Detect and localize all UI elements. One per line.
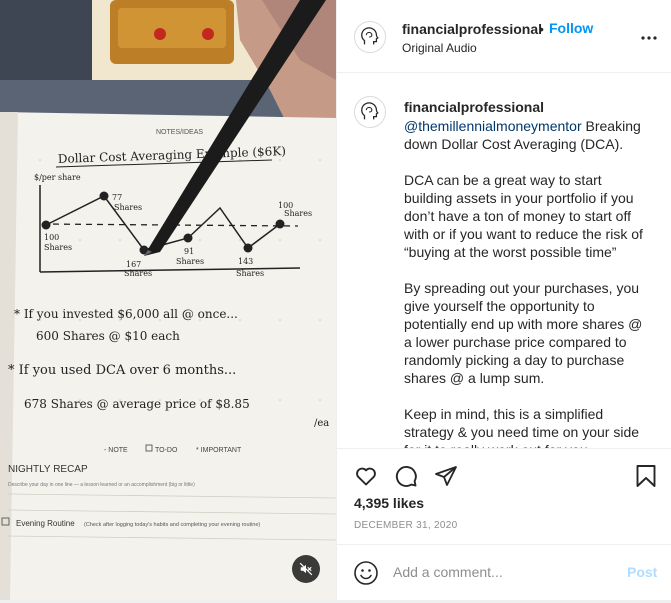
- legend-todo: TO-DO: [155, 447, 178, 454]
- send-paper-plane-icon: [435, 466, 457, 486]
- comment-bar: Post: [337, 544, 671, 600]
- brain-head-logo-icon: [361, 102, 379, 120]
- mute-button[interactable]: [292, 555, 320, 583]
- caption-avatar[interactable]: [354, 96, 386, 128]
- notebook-header: NOTES/IDEAS: [156, 129, 203, 136]
- caption-paragraph: By spreading out your purchases, you giv…: [404, 280, 643, 386]
- legend-important: * IMPORTANT: [196, 447, 242, 454]
- caption-text: @themillennialmoneymentor Breaking down …: [404, 117, 648, 448]
- point-sub: Shares: [124, 269, 152, 278]
- recap-title: NIGHTLY RECAP: [8, 464, 88, 475]
- post-date[interactable]: December 31, 2020: [354, 520, 457, 531]
- caption-mention[interactable]: @themillennialmoneymentor: [404, 118, 582, 134]
- legend-note: - NOTE: [104, 447, 128, 454]
- recap-sub: Describe your day in one line — a lesson…: [8, 482, 195, 488]
- share-button[interactable]: [433, 463, 459, 489]
- point-sub: Shares: [176, 257, 204, 266]
- comment-bubble-icon: [395, 466, 417, 487]
- like-count[interactable]: 4,395 likes: [354, 495, 424, 511]
- point-label: 91: [184, 247, 194, 256]
- muted-speaker-icon: [299, 562, 313, 576]
- post-media[interactable]: NOTES/IDEAS Dollar Cost Averaging Exampl…: [0, 0, 336, 600]
- caption-username[interactable]: financialprofessional: [404, 99, 544, 115]
- bookmark-icon: [636, 465, 656, 487]
- notebook-ylabel: $/per share: [34, 173, 81, 182]
- notebook-line-3: * If you used DCA over 6 months...: [8, 363, 236, 378]
- point-label: 77: [112, 193, 122, 202]
- follow-button[interactable]: Follow: [549, 20, 593, 36]
- notebook-line-1: * If you invested $6,000 all @ once...: [14, 307, 238, 321]
- comment-input[interactable]: [393, 561, 613, 583]
- routine-title: Evening Routine: [16, 519, 75, 528]
- point-sub: Shares: [236, 269, 264, 278]
- heart-icon: [356, 467, 376, 486]
- point-sub: Shares: [114, 203, 142, 212]
- caption-paragraph: Keep in mind, this is a simplified strat…: [404, 406, 640, 448]
- like-button[interactable]: [353, 463, 379, 489]
- point-sub: Shares: [284, 209, 312, 218]
- notebook-line-2: 600 Shares @ $10 each: [36, 329, 180, 343]
- header-username[interactable]: financialprofessional: [402, 21, 542, 37]
- point-sub: Shares: [44, 243, 72, 252]
- smiley-icon: [354, 561, 378, 585]
- point-label: 100: [44, 233, 59, 242]
- audio-label[interactable]: Original Audio: [402, 41, 477, 55]
- caption-area[interactable]: financialprofessional @themillennialmone…: [337, 74, 671, 448]
- avatar[interactable]: [354, 21, 386, 53]
- point-label: 143: [238, 257, 253, 266]
- post-details-panel: financialprofessional • Follow Original …: [336, 0, 671, 600]
- brain-head-logo-icon: [361, 27, 379, 45]
- caption-paragraph: DCA can be a great way to start building…: [404, 172, 643, 260]
- notebook-line-4-tail: /ea: [314, 418, 329, 429]
- post-comment-button[interactable]: Post: [627, 564, 657, 580]
- more-horizontal-icon: [641, 36, 657, 40]
- action-bar: 4,395 likes December 31, 2020: [337, 448, 671, 544]
- point-label: 167: [126, 260, 141, 269]
- comment-button[interactable]: [393, 463, 419, 489]
- routine-sub: (Check after logging today's habits and …: [84, 522, 260, 528]
- emoji-button[interactable]: [353, 560, 379, 586]
- save-button[interactable]: [633, 463, 659, 489]
- header-separator: •: [539, 21, 544, 37]
- more-options-button[interactable]: [637, 28, 661, 48]
- notebook-line-4: 678 Shares @ average price of $8.85: [24, 397, 250, 411]
- post-header: financialprofessional • Follow Original …: [337, 0, 671, 73]
- notebook-photo: NOTES/IDEAS Dollar Cost Averaging Exampl…: [0, 0, 336, 600]
